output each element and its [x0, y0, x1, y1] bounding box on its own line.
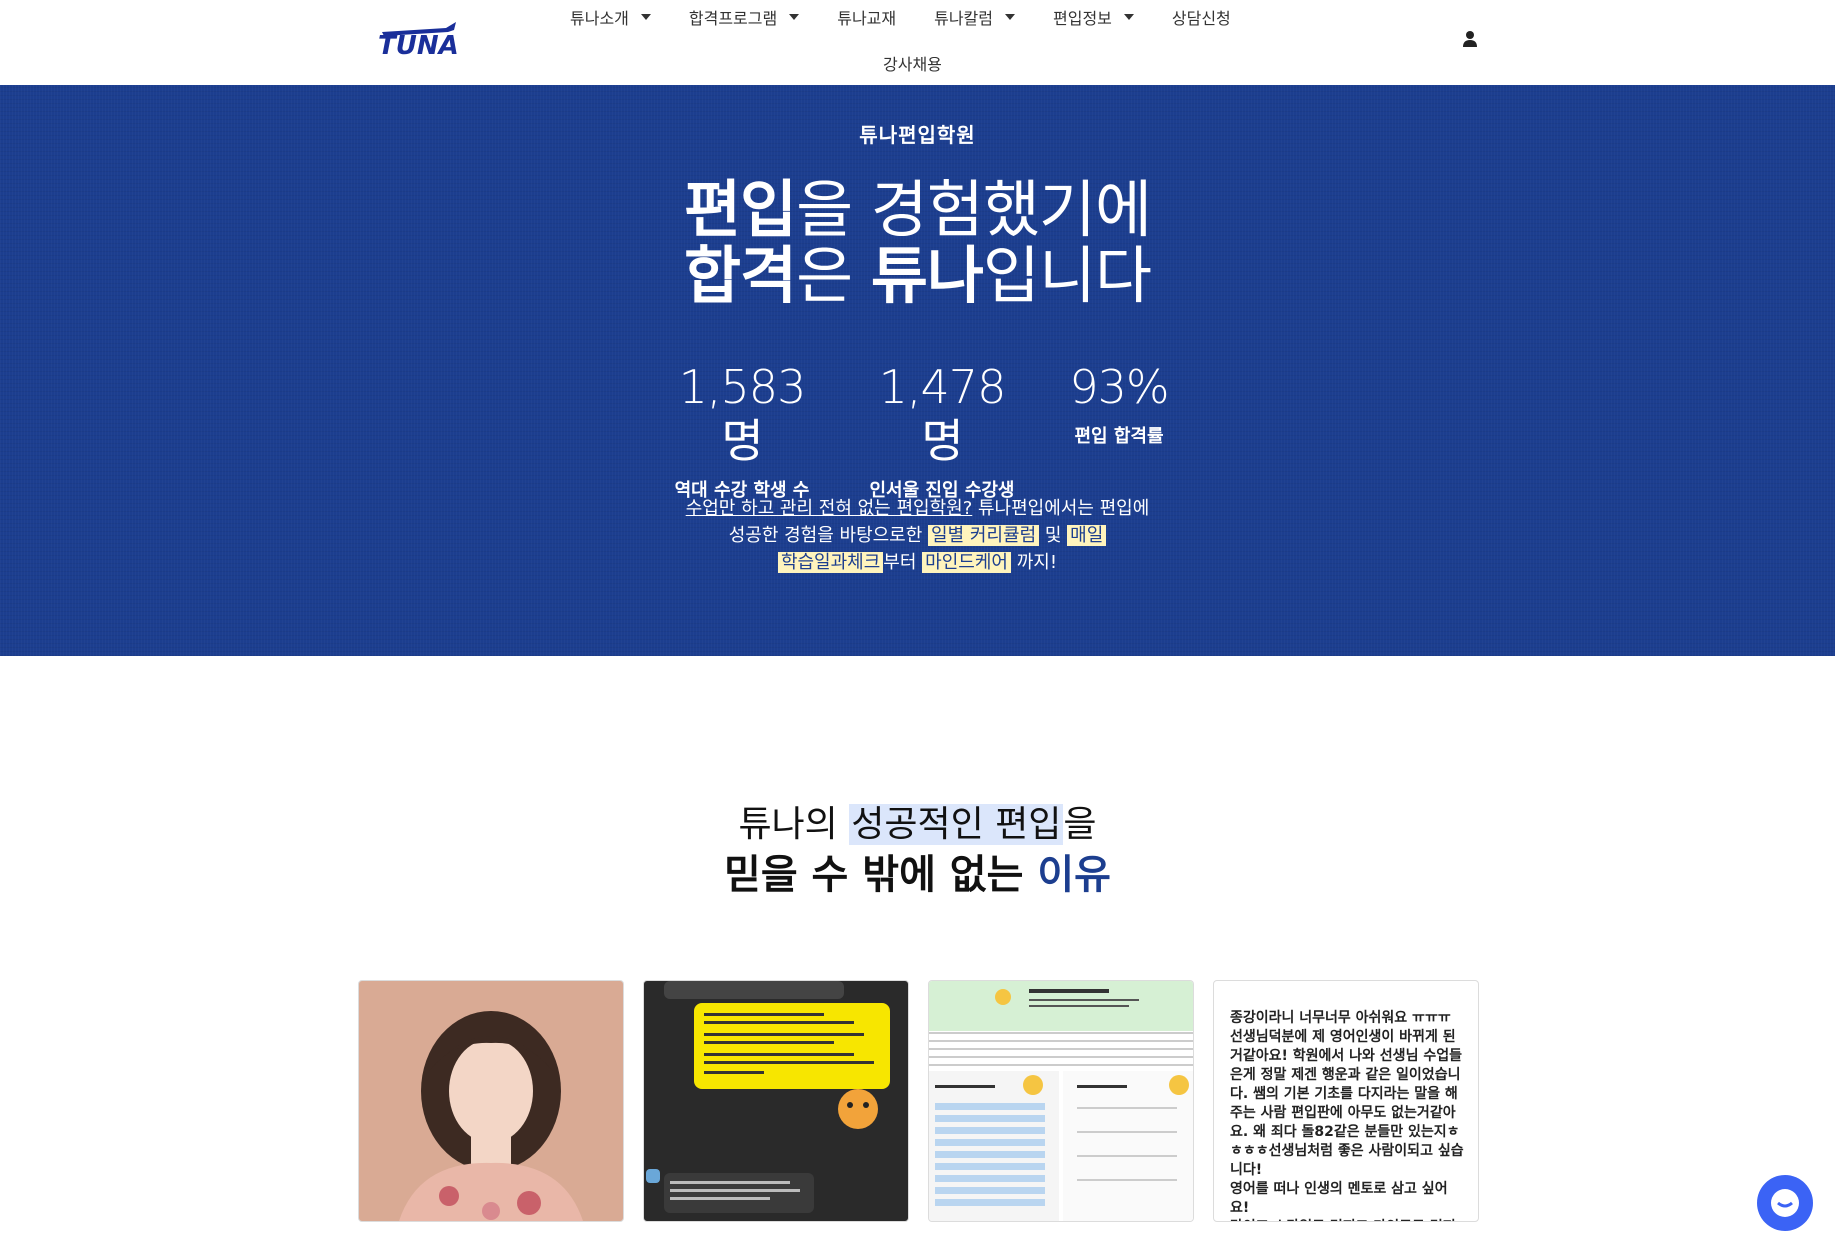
nav-label: 합격프로그램: [688, 9, 778, 28]
headline-bold: 합격: [683, 239, 797, 312]
nav-item-consultation[interactable]: 상담신청: [1172, 5, 1231, 29]
desc-highlight: 일별 커리큘럼: [928, 525, 1040, 546]
nav-item-instructor-recruit[interactable]: 강사채용: [883, 51, 942, 75]
stat-value: 1,583명: [678, 360, 807, 468]
nav-label: 편입정보: [1053, 9, 1112, 28]
hero-description: 수업만 하고 관리 전혀 없는 편입학원? 튜나편입에서는 편입에 성공한 경험…: [0, 495, 1835, 576]
stat-inseoul: 1,478명 인서울 진입 수강생: [864, 360, 1020, 502]
headline-text: 입니다: [982, 239, 1152, 312]
desc-text: 까지!: [1016, 552, 1058, 573]
desc-text: 및: [1044, 525, 1062, 546]
site-header: TUNA 튜나소개 합격프로그램 튜나교재 튜나칼럼 편입정보 상담신청 강사채…: [0, 0, 1835, 86]
nav-label: 상담신청: [1171, 9, 1231, 28]
nav-label: 튜나교재: [837, 9, 897, 28]
nav-label: 튜나소개: [570, 9, 629, 28]
desc-highlight: 마인드케어: [922, 552, 1011, 573]
desc-text: 튜나편입에서는 편입에: [972, 498, 1150, 519]
title-text: 을: [1063, 804, 1097, 845]
nav-item-transfer-info[interactable]: 편입정보: [1053, 5, 1134, 29]
review-card[interactable]: 종강이라니 너무너무 아쉬워요 ㅠㅠㅠ 선생님덕분에 제 영어인생이 바뀌게 된…: [1213, 980, 1479, 1222]
title-text: 믿을 수 밖에 없는: [724, 852, 1038, 898]
user-icon[interactable]: [1462, 30, 1478, 47]
hero-headline: 편입을 경험했기에 합격은 튜나입니다: [0, 177, 1835, 309]
desc-highlight: 학습일과체크: [777, 552, 884, 573]
stat-students: 1,583명 역대 수강 학생 수: [664, 360, 820, 502]
desc-text: 부터: [883, 552, 917, 573]
desc-underlined: 수업만 하고 관리 전혀 없는 편입학원?: [685, 498, 973, 519]
stat-label: 편입 합격률: [1074, 426, 1164, 447]
title-accent: 이유: [1037, 852, 1111, 898]
instructor-portrait-image: [399, 1011, 583, 1221]
caret-down-icon: [640, 14, 651, 20]
nav-item-column[interactable]: 튜나칼럼: [934, 5, 1015, 29]
caret-down-icon: [789, 14, 800, 20]
nav-item-about[interactable]: 튜나소개: [570, 5, 651, 29]
desc-highlight: 매일: [1067, 525, 1107, 546]
caret-down-icon: [1005, 14, 1015, 20]
caret-down-icon: [1123, 14, 1134, 20]
nav-item-programs[interactable]: 합격프로그램: [688, 5, 800, 29]
study-sheet-image: [929, 981, 1193, 1221]
chat-screenshot-image: [646, 981, 890, 1213]
chat-widget-button[interactable]: [1757, 1175, 1813, 1231]
title-highlight: 성공적인 편입: [849, 804, 1064, 845]
title-text: 튜나의: [738, 804, 850, 845]
logo-text: TUNA: [378, 31, 459, 58]
main-nav: 튜나소개 합격프로그램 튜나교재 튜나칼럼 편입정보 상담신청: [556, 4, 1231, 30]
stat-value: 93%: [1069, 360, 1169, 414]
stats-row: 1,583명 역대 수강 학생 수 1,478명 인서울 진입 수강생 93% …: [664, 360, 1174, 501]
stat-value: 1,478명: [878, 360, 1007, 468]
study-sheet-card[interactable]: [928, 980, 1194, 1222]
nav-label: 튜나칼럼: [934, 9, 993, 28]
desc-text: 성공한 경험을 바탕으로한: [728, 525, 923, 546]
instructor-photo-card[interactable]: [358, 980, 624, 1222]
tuna-logo[interactable]: TUNA: [376, 18, 462, 58]
headline-bold: 편입: [683, 173, 797, 246]
chat-screenshot-card[interactable]: [643, 980, 909, 1222]
reasons-title: 튜나의 성공적인 편입을 믿을 수 밖에 없는 이유: [0, 800, 1835, 900]
review-text: 종강이라니 너무너무 아쉬워요 ㅠㅠㅠ 선생님덕분에 제 영어인생이 바뀌게 된…: [1230, 1010, 1464, 1221]
hero-eyebrow: 튜나편입학원: [859, 123, 976, 147]
headline-text: 은: [796, 239, 871, 312]
hero-section: 튜나편입학원 편입을 경험했기에 합격은 튜나입니다 1,583명 역대 수강 …: [0, 85, 1835, 656]
chat-icon: [1771, 1189, 1799, 1217]
headline-bold: 튜나: [870, 239, 984, 312]
nav-item-textbooks[interactable]: 튜나교재: [837, 5, 896, 29]
stat-pass-rate: 93% 편입 합격률: [1064, 360, 1174, 448]
headline-text: 을 경험했기에: [796, 173, 1152, 246]
